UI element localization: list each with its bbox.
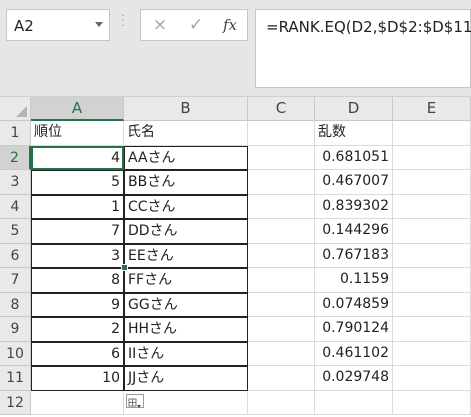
cell-b8[interactable]: GGさん bbox=[124, 292, 248, 317]
insert-function-icon[interactable]: fx bbox=[215, 10, 245, 40]
cell-b3[interactable]: BBさん bbox=[124, 170, 248, 195]
cell-c7[interactable] bbox=[248, 268, 315, 293]
select-all-icon bbox=[16, 106, 27, 117]
cell-b10[interactable]: IIさん bbox=[124, 341, 248, 366]
row-header-4[interactable]: 4 bbox=[0, 194, 31, 219]
spreadsheet-grid: A B C D E 1 2 3 4 5 6 7 8 9 10 11 12 順位 … bbox=[0, 97, 471, 417]
row-header-10[interactable]: 10 bbox=[0, 341, 31, 366]
cell-b2[interactable]: AAさん bbox=[124, 145, 248, 170]
formula-input[interactable]: =RANK.EQ(D2,$D$2:$D$11) bbox=[255, 9, 471, 88]
row-header-12[interactable]: 12 bbox=[0, 390, 31, 415]
row-header-11[interactable]: 11 bbox=[0, 366, 31, 391]
cell-e10[interactable] bbox=[393, 341, 471, 366]
column-header-c[interactable]: C bbox=[248, 97, 315, 121]
cell-c2[interactable] bbox=[248, 145, 315, 170]
cell-c1[interactable] bbox=[248, 121, 315, 146]
cell-d10[interactable]: 0.461102 bbox=[315, 341, 393, 366]
cell-d6[interactable]: 0.767183 bbox=[315, 243, 393, 268]
cell-a3[interactable]: 5 bbox=[31, 170, 124, 195]
name-box[interactable]: A2 bbox=[6, 9, 110, 41]
cell-e1[interactable] bbox=[393, 121, 471, 146]
column-header-e[interactable]: E bbox=[393, 97, 471, 121]
name-box-value: A2 bbox=[14, 17, 34, 35]
cell-a8[interactable]: 9 bbox=[31, 292, 124, 317]
cell-c12[interactable] bbox=[248, 390, 315, 415]
cancel-icon[interactable]: × bbox=[145, 10, 175, 40]
cell-a1[interactable]: 順位 bbox=[31, 121, 124, 146]
row-header-1[interactable]: 1 bbox=[0, 121, 31, 146]
auto-fill-options-button[interactable] bbox=[126, 394, 144, 408]
column-header-a[interactable]: A bbox=[31, 97, 124, 121]
cell-d1[interactable]: 乱数 bbox=[315, 121, 393, 146]
cell-d3[interactable]: 0.467007 bbox=[315, 170, 393, 195]
cell-c3[interactable] bbox=[248, 170, 315, 195]
cell-e8[interactable] bbox=[393, 292, 471, 317]
cell-b11[interactable]: JJさん bbox=[124, 366, 248, 391]
cell-e9[interactable] bbox=[393, 317, 471, 342]
cell-e11[interactable] bbox=[393, 366, 471, 391]
formula-bar-area: A2 · · · × ✓ fx =RANK.EQ(D2,$D$2:$D$11) bbox=[0, 0, 471, 97]
cell-a11[interactable]: 10 bbox=[31, 366, 124, 391]
cell-b6[interactable]: EEさん bbox=[124, 243, 248, 268]
cell-e7[interactable] bbox=[393, 268, 471, 293]
cell-c10[interactable] bbox=[248, 341, 315, 366]
cell-b9[interactable]: HHさん bbox=[124, 317, 248, 342]
cell-c9[interactable] bbox=[248, 317, 315, 342]
row-header-3[interactable]: 3 bbox=[0, 170, 31, 195]
cell-b5[interactable]: DDさん bbox=[124, 219, 248, 244]
cell-d2[interactable]: 0.681051 bbox=[315, 145, 393, 170]
cell-c5[interactable] bbox=[248, 219, 315, 244]
cell-d11[interactable]: 0.029748 bbox=[315, 366, 393, 391]
formula-buttons: × ✓ fx bbox=[140, 9, 248, 41]
cell-c6[interactable] bbox=[248, 243, 315, 268]
row-header-8[interactable]: 8 bbox=[0, 292, 31, 317]
cell-a6[interactable]: 3 bbox=[31, 243, 124, 268]
row-header-5[interactable]: 5 bbox=[0, 219, 31, 244]
row-header-6[interactable]: 6 bbox=[0, 243, 31, 268]
enter-icon[interactable]: ✓ bbox=[181, 10, 211, 40]
fill-handle[interactable] bbox=[121, 264, 128, 271]
cell-a10[interactable]: 6 bbox=[31, 341, 124, 366]
cell-d12[interactable] bbox=[315, 390, 393, 415]
cell-a7[interactable]: 8 bbox=[31, 268, 124, 293]
cell-a4[interactable]: 1 bbox=[31, 194, 124, 219]
column-header-d[interactable]: D bbox=[315, 97, 393, 121]
cell-a2[interactable]: 4 bbox=[31, 145, 124, 170]
cell-a12[interactable] bbox=[31, 390, 124, 415]
drag-handle-icon[interactable]: · · · bbox=[121, 12, 125, 32]
cell-a5[interactable]: 7 bbox=[31, 219, 124, 244]
cell-e3[interactable] bbox=[393, 170, 471, 195]
row-header-2[interactable]: 2 bbox=[0, 145, 31, 170]
cell-c11[interactable] bbox=[248, 366, 315, 391]
chevron-down-icon[interactable] bbox=[95, 22, 103, 27]
cell-e4[interactable] bbox=[393, 194, 471, 219]
cell-d9[interactable]: 0.790124 bbox=[315, 317, 393, 342]
row-header-9[interactable]: 9 bbox=[0, 317, 31, 342]
formula-text: =RANK.EQ(D2,$D$2:$D$11) bbox=[266, 18, 471, 36]
cell-b4[interactable]: CCさん bbox=[124, 194, 248, 219]
cell-d5[interactable]: 0.144296 bbox=[315, 219, 393, 244]
row-header-7[interactable]: 7 bbox=[0, 268, 31, 293]
cell-e6[interactable] bbox=[393, 243, 471, 268]
cell-b1[interactable]: 氏名 bbox=[124, 121, 248, 146]
cell-b7[interactable]: FFさん bbox=[124, 268, 248, 293]
cell-e12[interactable] bbox=[393, 390, 471, 415]
select-all-button[interactable] bbox=[0, 97, 31, 121]
column-header-b[interactable]: B bbox=[124, 97, 248, 121]
cell-d8[interactable]: 0.074859 bbox=[315, 292, 393, 317]
cell-d7[interactable]: 0.1159 bbox=[315, 268, 393, 293]
cell-e2[interactable] bbox=[393, 145, 471, 170]
cell-c4[interactable] bbox=[248, 194, 315, 219]
cell-a9[interactable]: 2 bbox=[31, 317, 124, 342]
cell-e5[interactable] bbox=[393, 219, 471, 244]
cell-d4[interactable]: 0.839302 bbox=[315, 194, 393, 219]
auto-fill-options-icon bbox=[128, 398, 141, 408]
cell-c8[interactable] bbox=[248, 292, 315, 317]
